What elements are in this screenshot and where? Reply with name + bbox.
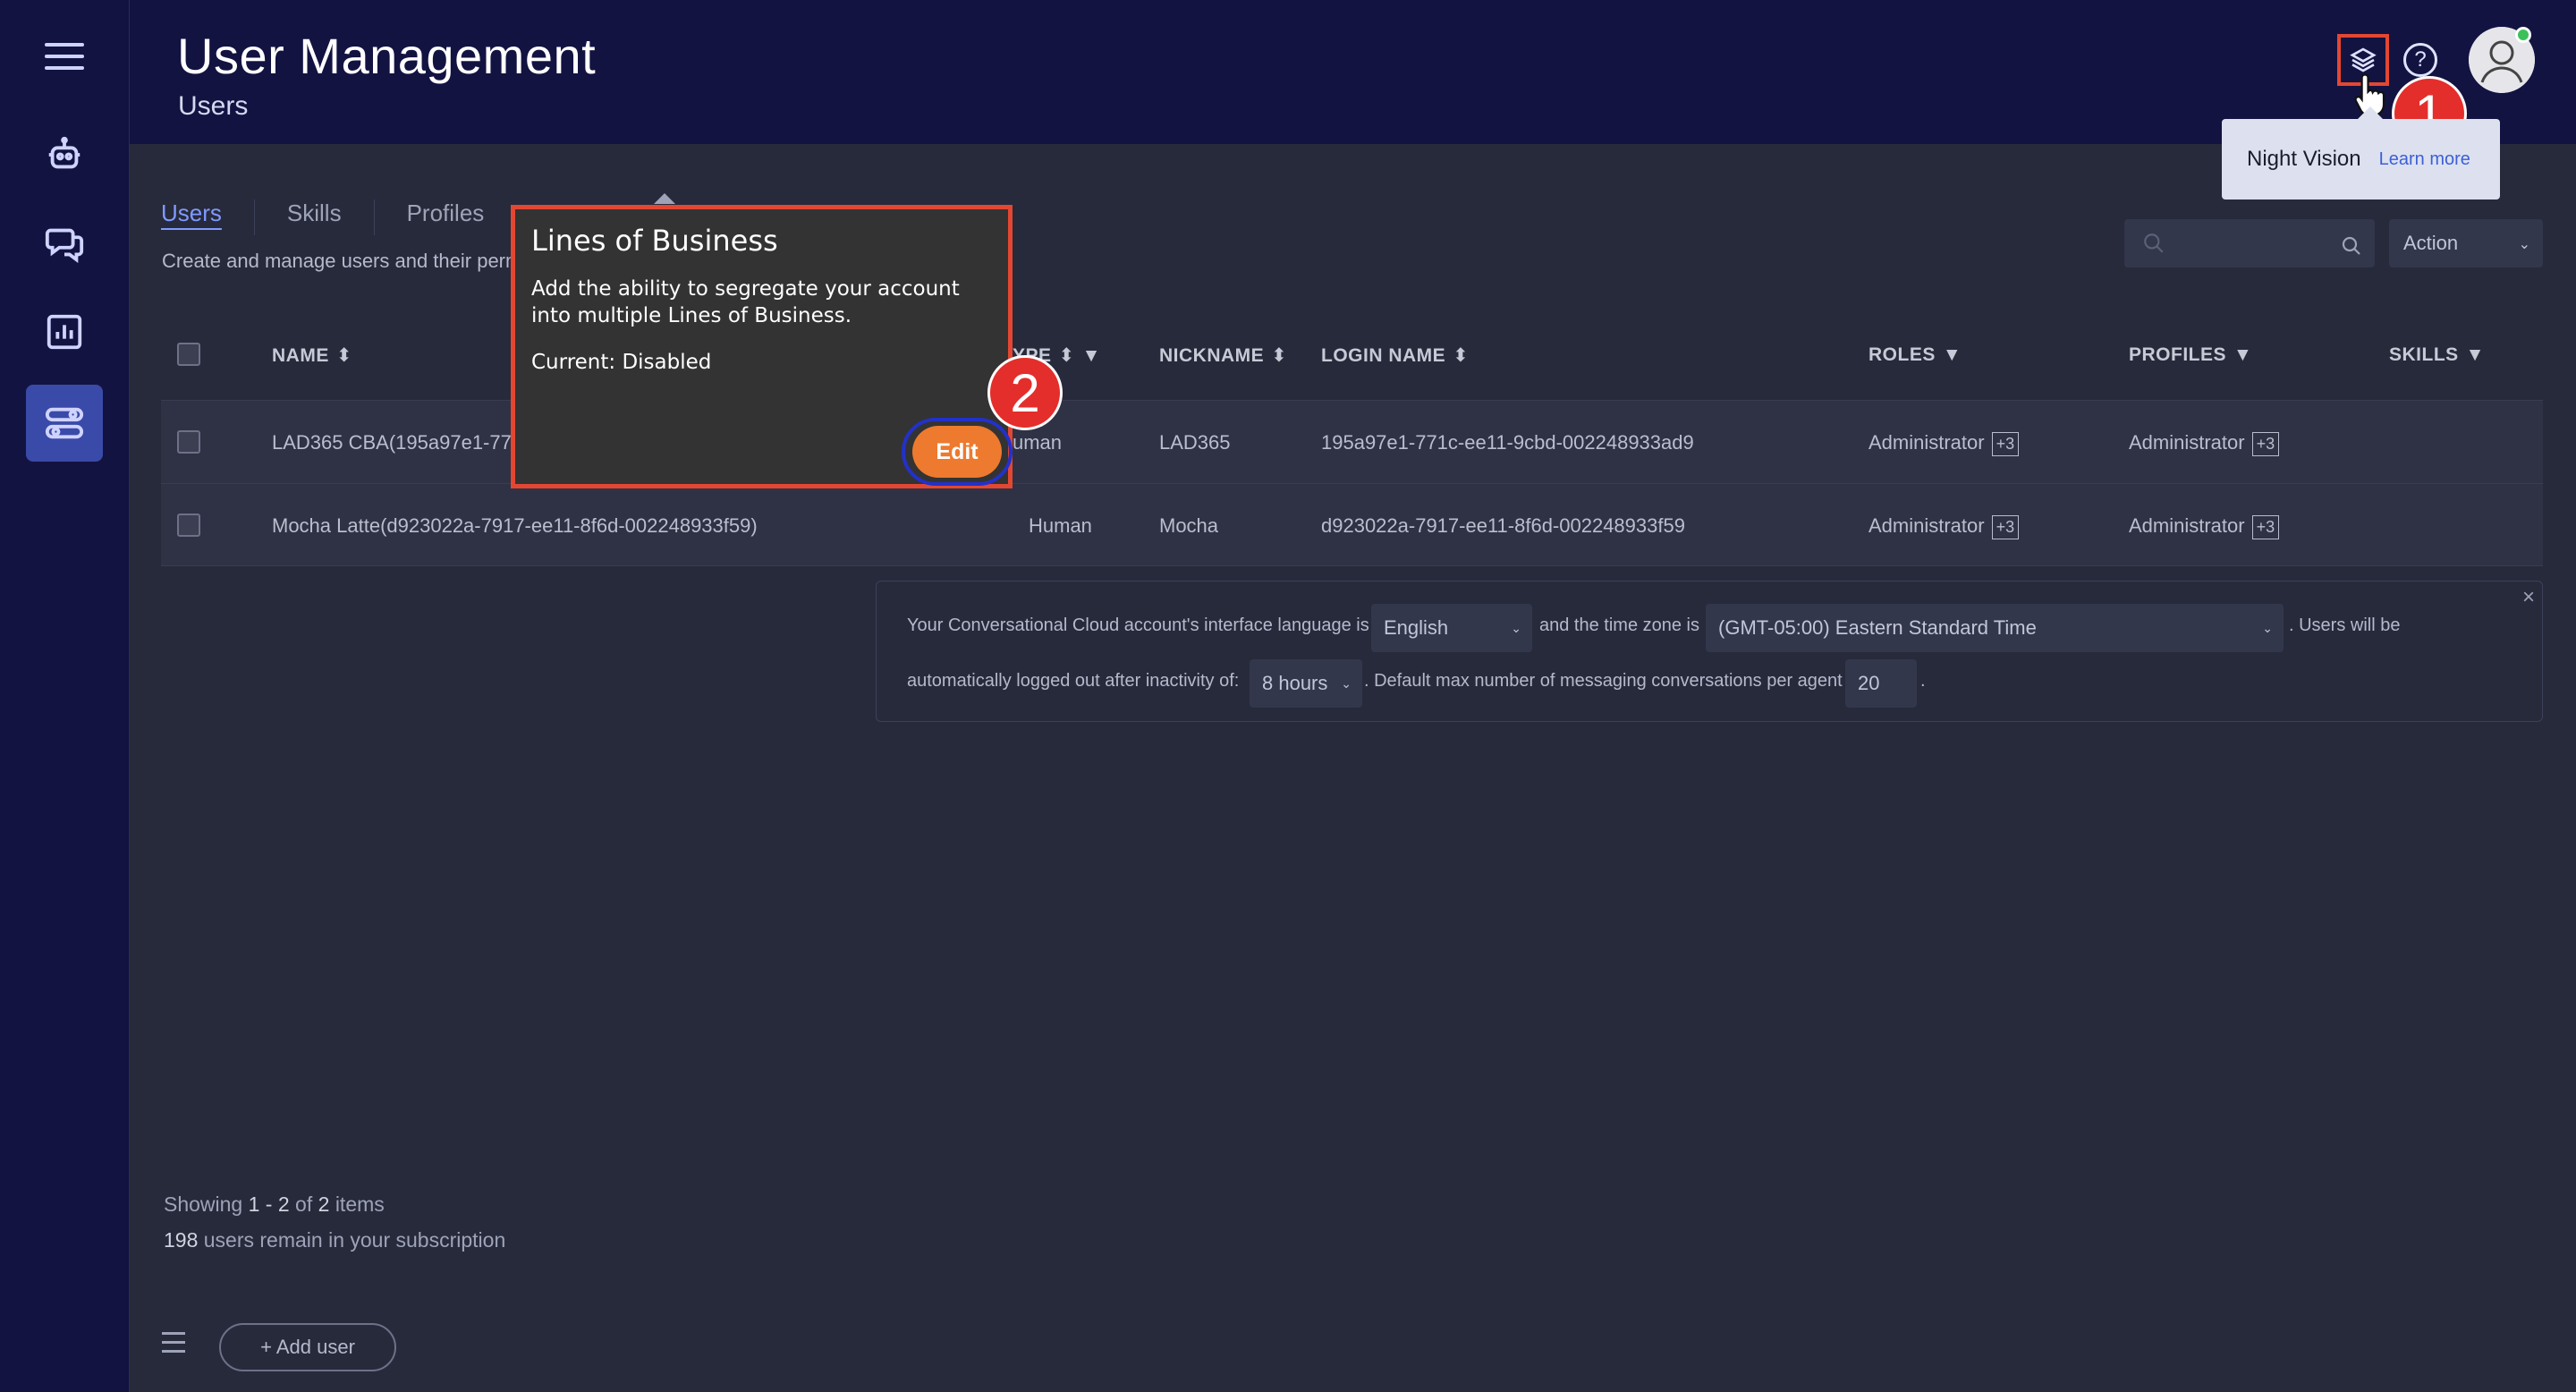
chevron-down-icon: ⌄ bbox=[1511, 620, 1521, 635]
filter-icon[interactable]: ▼ bbox=[1943, 344, 1962, 365]
chevron-down-icon: ⌄ bbox=[2262, 620, 2273, 635]
col-skills[interactable]: SKILLS ▼ bbox=[2389, 344, 2485, 366]
close-icon[interactable]: × bbox=[2522, 585, 2535, 610]
chevron-down-icon: ⌄ bbox=[1341, 675, 1352, 691]
cell-profiles: Administrator +3 bbox=[2129, 514, 2280, 539]
profiles-more-badge[interactable]: +3 bbox=[2251, 432, 2280, 456]
cell-nickname: LAD365 bbox=[1159, 431, 1231, 454]
language-value: English bbox=[1384, 616, 1449, 639]
online-status-icon bbox=[2515, 27, 2531, 43]
sort-icon[interactable]: ⬍ bbox=[1271, 345, 1287, 366]
list-view-icon[interactable] bbox=[162, 1332, 185, 1359]
cell-type: uman bbox=[1013, 431, 1063, 454]
search-icon bbox=[2144, 233, 2164, 253]
row-checkbox[interactable] bbox=[177, 430, 200, 454]
sidebar-item-bots[interactable] bbox=[26, 116, 103, 193]
settings-text-language: Your Conversational Cloud account's inte… bbox=[907, 615, 1369, 635]
sort-icon[interactable]: ⬍ bbox=[1059, 345, 1075, 366]
search-submit-icon[interactable] bbox=[2341, 235, 2362, 257]
page-header: User Management Users bbox=[130, 0, 2576, 144]
filter-icon[interactable]: ▼ bbox=[1082, 345, 1101, 366]
col-roles[interactable]: ROLES ▼ bbox=[1868, 344, 1962, 366]
settings-text-users-will-be: . Users will be bbox=[2289, 615, 2401, 635]
filter-icon[interactable]: ▼ bbox=[2233, 344, 2252, 365]
page-title: User Management bbox=[177, 28, 597, 84]
callout-badge-2: 2 bbox=[987, 355, 1063, 430]
settings-text-max-conv: . Default max number of messaging conver… bbox=[1364, 671, 1843, 691]
table-row[interactable]: Mocha Latte(d923022a-7917-ee11-8f6d-0022… bbox=[161, 483, 2543, 566]
settings-text-logout: automatically logged out after inactivit… bbox=[907, 671, 1240, 691]
cell-nickname: Mocha bbox=[1159, 514, 1219, 537]
sort-icon[interactable]: ⬍ bbox=[1453, 345, 1469, 366]
chevron-down-icon: ⌄ bbox=[2518, 237, 2530, 252]
max-conversations-input[interactable]: 20 bbox=[1845, 659, 1917, 708]
tab-skills[interactable]: Skills bbox=[287, 199, 375, 235]
tab-users[interactable]: Users bbox=[161, 199, 255, 235]
cell-login-name: d923022a-7917-ee11-8f6d-002248933f59 bbox=[1321, 514, 1685, 537]
cell-type: Human bbox=[1029, 514, 1092, 537]
roles-more-badge[interactable]: +3 bbox=[1991, 432, 2020, 456]
main-content: Users Skills Profiles Create and manage … bbox=[130, 144, 2576, 1392]
cell-name[interactable]: Mocha Latte(d923022a-7917-ee11-8f6d-0022… bbox=[272, 514, 758, 538]
select-all-checkbox[interactable] bbox=[177, 343, 200, 366]
layers-icon bbox=[2350, 47, 2377, 72]
chat-icon bbox=[45, 228, 84, 263]
settings-text-period: . bbox=[1920, 671, 1926, 691]
cell-roles: Administrator +3 bbox=[1868, 431, 2020, 456]
roles-more-badge[interactable]: +3 bbox=[1991, 515, 2020, 539]
tab-bar: Users Skills Profiles bbox=[161, 199, 548, 235]
timezone-select[interactable]: (GMT-05:00) Eastern Standard Time ⌄ bbox=[1706, 604, 2284, 652]
action-dropdown[interactable]: Action ⌄ bbox=[2389, 219, 2543, 267]
cell-profiles: Administrator +3 bbox=[2129, 431, 2280, 456]
settings-toggle-icon bbox=[45, 407, 84, 439]
tab-profiles[interactable]: Profiles bbox=[407, 199, 517, 235]
cell-name[interactable]: LAD365 CBA(195a97e1-771 bbox=[272, 431, 522, 454]
max-conversations-value: 20 bbox=[1858, 672, 1880, 694]
cell-login-name: 195a97e1-771c-ee11-9cbd-002248933ad9 bbox=[1321, 431, 1694, 454]
chart-icon bbox=[47, 314, 82, 350]
lob-description: Add the ability to segregate your accoun… bbox=[531, 277, 960, 327]
col-login-name[interactable]: LOGIN NAME ⬍ bbox=[1321, 344, 1469, 367]
timezone-value: (GMT-05:00) Eastern Standard Time bbox=[1718, 616, 2037, 639]
col-name[interactable]: NAME ⬍ bbox=[272, 344, 352, 367]
action-label: Action bbox=[2403, 232, 2459, 254]
menu-icon[interactable] bbox=[45, 43, 84, 70]
search-input[interactable] bbox=[2124, 219, 2375, 267]
add-user-button[interactable]: + Add user bbox=[219, 1323, 396, 1371]
sort-icon[interactable]: ⬍ bbox=[336, 345, 352, 366]
profiles-more-badge[interactable]: +3 bbox=[2251, 515, 2280, 539]
left-sidebar bbox=[0, 0, 130, 1392]
lob-title: Lines of Business bbox=[531, 224, 778, 258]
help-icon[interactable]: ? bbox=[2403, 43, 2437, 77]
sidebar-item-conversations[interactable] bbox=[26, 204, 103, 281]
inactivity-select[interactable]: 8 hours ⌄ bbox=[1250, 659, 1362, 708]
pagination-summary: Showing 1 - 2 of 2 items bbox=[164, 1193, 385, 1216]
robot-icon bbox=[48, 136, 80, 169]
lines-of-business-popup: Lines of Business Add the ability to seg… bbox=[511, 193, 1013, 488]
filter-icon[interactable]: ▼ bbox=[2466, 344, 2485, 365]
tab-description: Create and manage users and their perm bbox=[162, 250, 522, 272]
page-subtitle: Users bbox=[178, 91, 249, 121]
edit-button[interactable]: Edit bbox=[912, 426, 1002, 478]
cell-roles: Administrator +3 bbox=[1868, 514, 2020, 539]
settings-text-timezone: and the time zone is bbox=[1539, 615, 1699, 635]
language-select[interactable]: English ⌄ bbox=[1371, 604, 1532, 652]
lob-current-status: Current: Disabled bbox=[531, 351, 712, 374]
sidebar-item-analytics[interactable] bbox=[26, 293, 103, 370]
inactivity-value: 8 hours bbox=[1262, 672, 1328, 694]
subscription-summary: 198 users remain in your subscription bbox=[164, 1228, 506, 1252]
sidebar-item-management[interactable] bbox=[26, 385, 103, 462]
col-profiles[interactable]: PROFILES ▼ bbox=[2129, 344, 2252, 366]
row-checkbox[interactable] bbox=[177, 514, 200, 537]
col-nickname[interactable]: NICKNAME ⬍ bbox=[1159, 344, 1287, 367]
edit-highlight-ring: Edit bbox=[902, 418, 1013, 486]
